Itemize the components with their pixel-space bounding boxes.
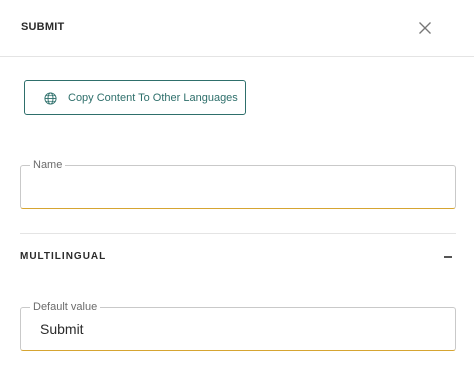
name-input[interactable] <box>40 177 440 197</box>
name-field-label: Name <box>30 158 66 172</box>
copy-content-label: Copy Content To Other Languages <box>68 92 238 104</box>
default-value-input[interactable] <box>40 319 440 339</box>
section-divider <box>20 233 456 234</box>
name-field: Name <box>20 158 456 209</box>
panel-title: SUBMIT <box>21 21 65 33</box>
minus-icon <box>444 256 452 258</box>
copy-content-button[interactable]: Copy Content To Other Languages <box>24 80 246 115</box>
close-button[interactable] <box>417 20 433 36</box>
panel-header: SUBMIT <box>0 0 474 57</box>
close-icon <box>419 22 431 34</box>
default-value-field: Default value <box>20 300 456 351</box>
submit-settings-panel: SUBMIT Copy Content To Other Languages N… <box>0 0 474 373</box>
default-value-label: Default value <box>30 300 101 314</box>
multilingual-section-title: MULTILINGUAL <box>20 251 107 262</box>
globe-icon <box>44 92 57 105</box>
collapse-multilingual-button[interactable] <box>441 250 455 264</box>
